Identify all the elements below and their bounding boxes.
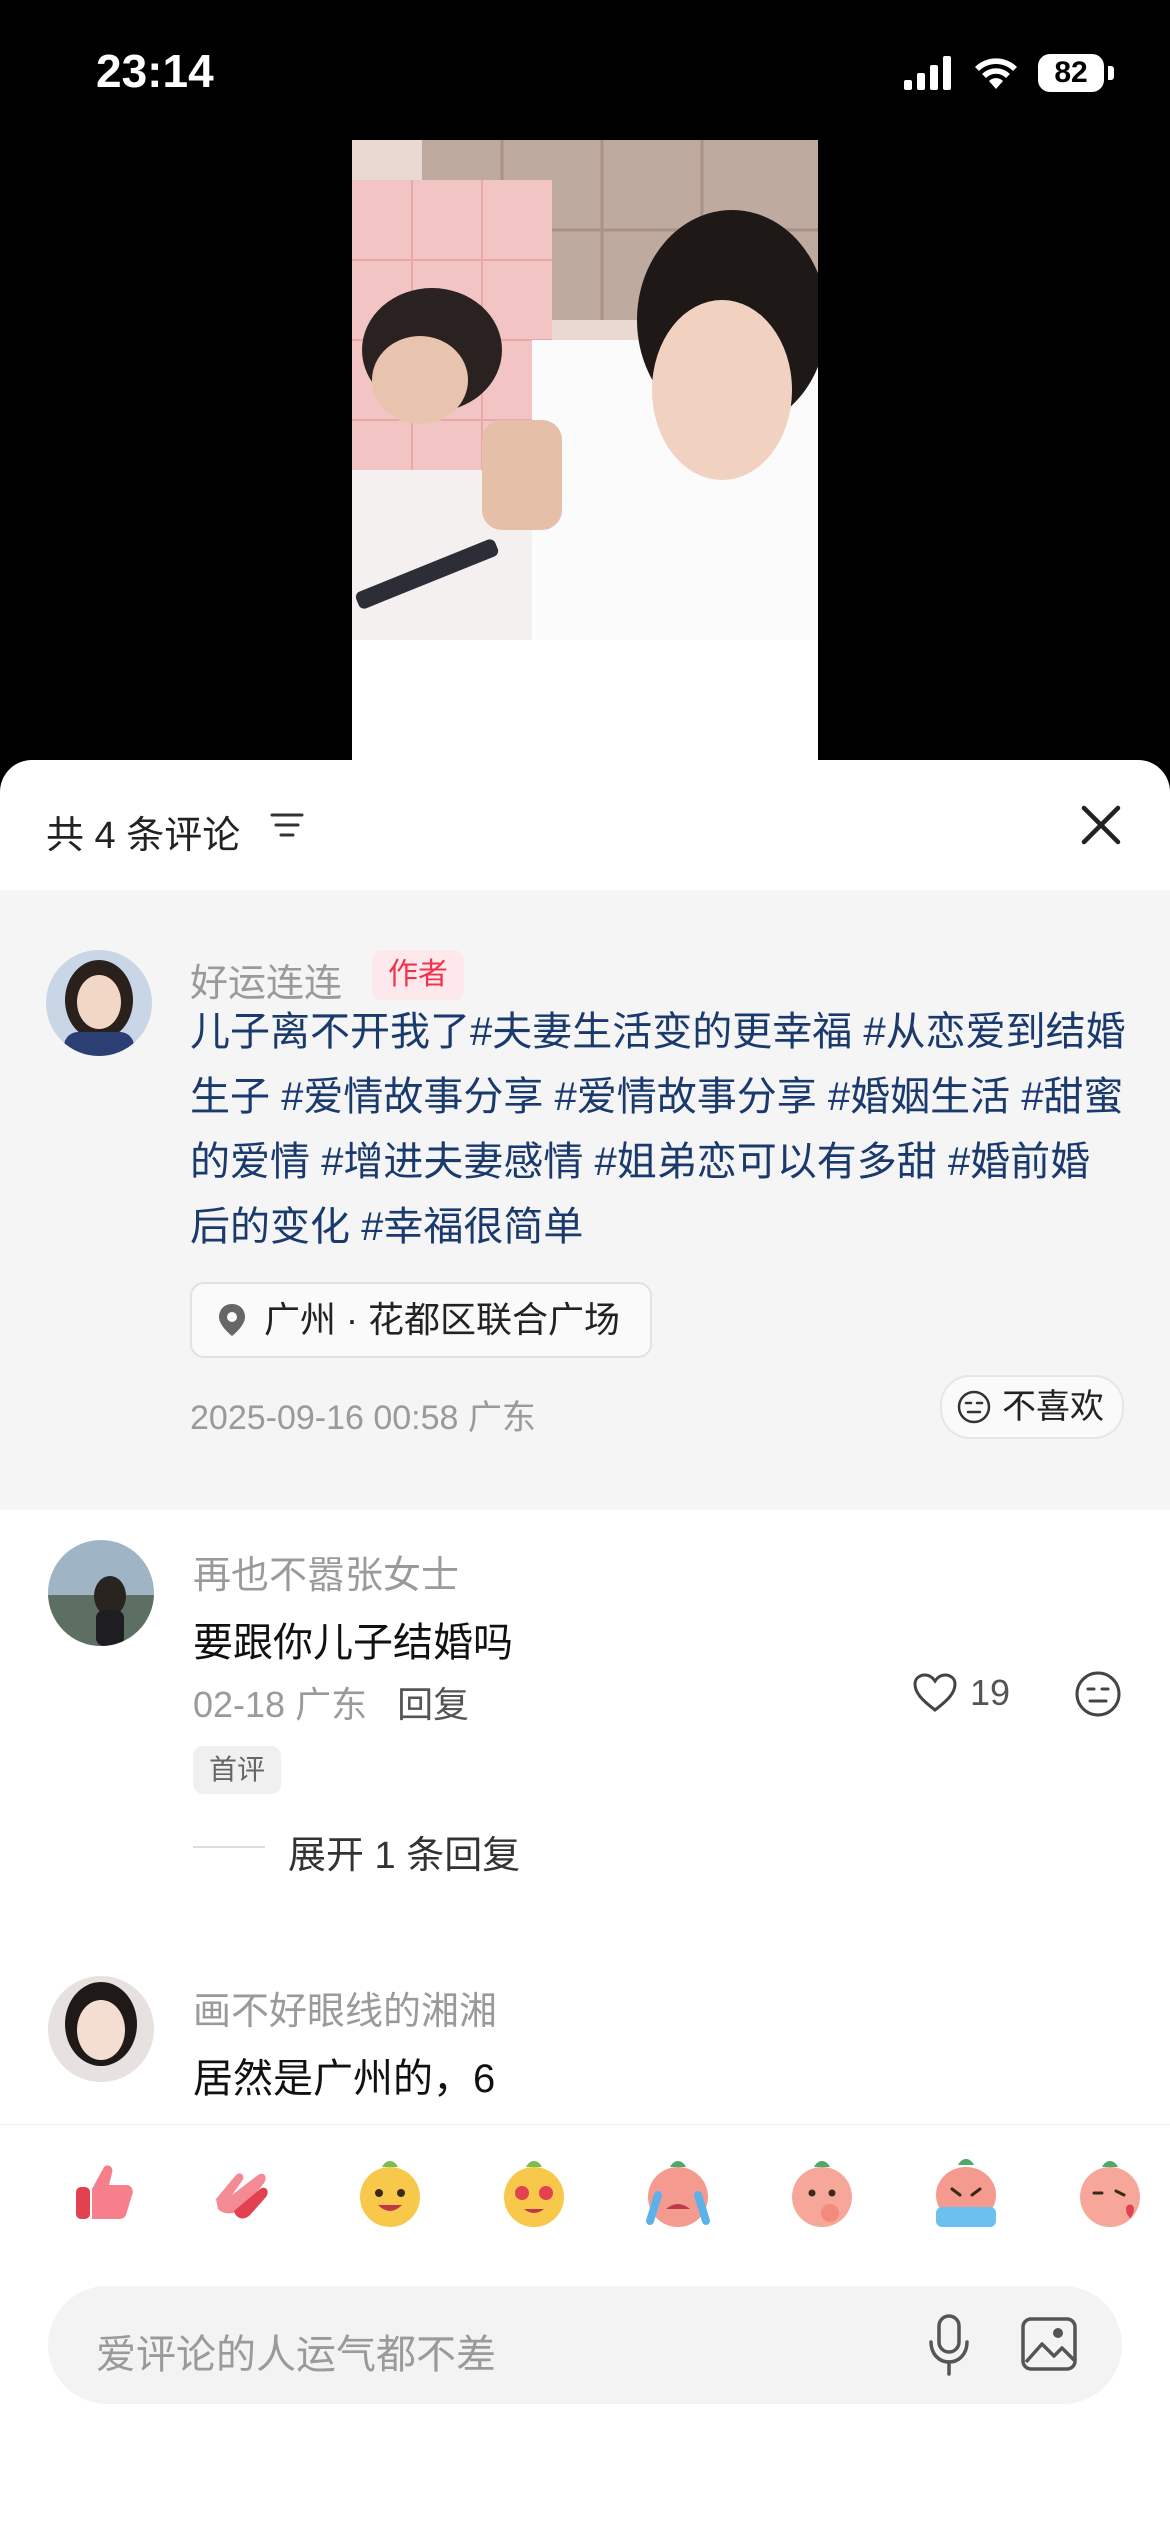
author-badge: 作者 bbox=[372, 950, 464, 1000]
wifi-icon bbox=[975, 58, 1017, 89]
author-username[interactable]: 好运连连 bbox=[190, 952, 342, 1007]
thumbs-up-emoji[interactable] bbox=[64, 2155, 140, 2231]
comment-count-title: 共 4 条评论 bbox=[46, 815, 241, 857]
avatar[interactable] bbox=[48, 1540, 154, 1646]
crying-bean-emoji[interactable] bbox=[640, 2155, 716, 2231]
sheet-header: 共 4 条评论 bbox=[0, 760, 1170, 890]
commenter-username[interactable]: 再也不嚣张女士 bbox=[193, 1544, 459, 1599]
thinking-bean-emoji[interactable] bbox=[784, 2155, 860, 2231]
kiss-bean-emoji[interactable] bbox=[1072, 2155, 1148, 2231]
expand-divider bbox=[193, 1846, 265, 1848]
like-button[interactable]: 19 bbox=[912, 1672, 1010, 1714]
status-bar: 23:14 82 bbox=[0, 0, 1170, 140]
author-avatar-image bbox=[46, 950, 152, 1056]
comment-sheet: 共 4 条评论 好运连连 作者 儿子离不开我了#夫妻生活变的更幸福 #从恋爱到结… bbox=[0, 760, 1170, 2532]
location-label: 广州 · 花都区联合广场 bbox=[264, 1299, 620, 1340]
comment-meta: 02-18 广东 回复 bbox=[193, 1676, 469, 1728]
heart-eyes-bean-emoji[interactable] bbox=[496, 2155, 572, 2231]
avatar[interactable] bbox=[46, 950, 152, 1056]
video-photo bbox=[352, 140, 818, 760]
comment-text: 居然是广州的，6 bbox=[193, 2057, 496, 2101]
neutral-face-icon bbox=[957, 1390, 991, 1424]
author-post: 好运连连 作者 儿子离不开我了#夫妻生活变的更幸福 #从恋爱到结婚生子 #爱情故… bbox=[0, 890, 1170, 1510]
status-icons: 82 bbox=[904, 48, 1114, 98]
comment-input[interactable]: 爱评论的人运气都不差 bbox=[48, 2286, 1122, 2404]
status-time: 23:14 bbox=[96, 45, 214, 97]
dislike-label: 不喜欢 bbox=[1002, 1388, 1104, 1426]
post-caption: 儿子离不开我了#夫妻生活变的更幸福 #从恋爱到结婚生子 #爱情故事分享 #爱情故… bbox=[190, 1010, 1126, 1249]
close-icon[interactable] bbox=[1076, 800, 1126, 850]
sort-filter-icon[interactable] bbox=[270, 808, 304, 842]
comment-item: 再也不嚣张女士 要跟你儿子结婚吗 02-18 广东 回复 19 首评 展开 1 条… bbox=[0, 1540, 1170, 1960]
comment-input-placeholder: 爱评论的人运气都不差 bbox=[96, 2333, 496, 2377]
emoji-quick-bar bbox=[0, 2124, 1170, 2275]
signal-icon bbox=[904, 56, 951, 90]
reply-button[interactable]: 回复 bbox=[397, 1684, 469, 1725]
battery-tip bbox=[1108, 66, 1114, 80]
image-upload-icon[interactable] bbox=[1020, 2316, 1078, 2372]
sobbing-bean-emoji[interactable] bbox=[928, 2155, 1004, 2231]
first-comment-badge: 首评 bbox=[193, 1746, 282, 1794]
post-datetime-region: 2025-09-16 00:58 广东 bbox=[190, 1399, 536, 1437]
location-pin-icon bbox=[219, 1304, 245, 1336]
like-count: 19 bbox=[969, 1672, 1010, 1713]
battery-indicator: 82 bbox=[1038, 54, 1104, 92]
clap-emoji[interactable] bbox=[206, 2155, 282, 2231]
comment-text: 要跟你儿子结婚吗 bbox=[193, 1621, 513, 1665]
grin-bean-emoji[interactable] bbox=[352, 2155, 428, 2231]
commenter-avatar-image bbox=[48, 1976, 154, 2082]
commenter-avatar-image bbox=[48, 1540, 154, 1646]
dislike-button[interactable]: 不喜欢 bbox=[940, 1375, 1124, 1439]
avatar[interactable] bbox=[48, 1976, 154, 2082]
expand-replies-button[interactable]: 展开 1 条回复 bbox=[288, 1824, 520, 1879]
video-frame[interactable] bbox=[352, 140, 818, 760]
heart-icon bbox=[913, 1673, 957, 1712]
location-tag[interactable]: 广州 · 花都区联合广场 bbox=[190, 1282, 652, 1358]
dislike-face-icon[interactable] bbox=[1074, 1670, 1122, 1718]
comment-date-region: 02-18 广东 bbox=[193, 1684, 368, 1725]
microphone-icon[interactable] bbox=[926, 2314, 972, 2376]
commenter-username[interactable]: 画不好眼线的湘湘 bbox=[193, 1980, 497, 2035]
